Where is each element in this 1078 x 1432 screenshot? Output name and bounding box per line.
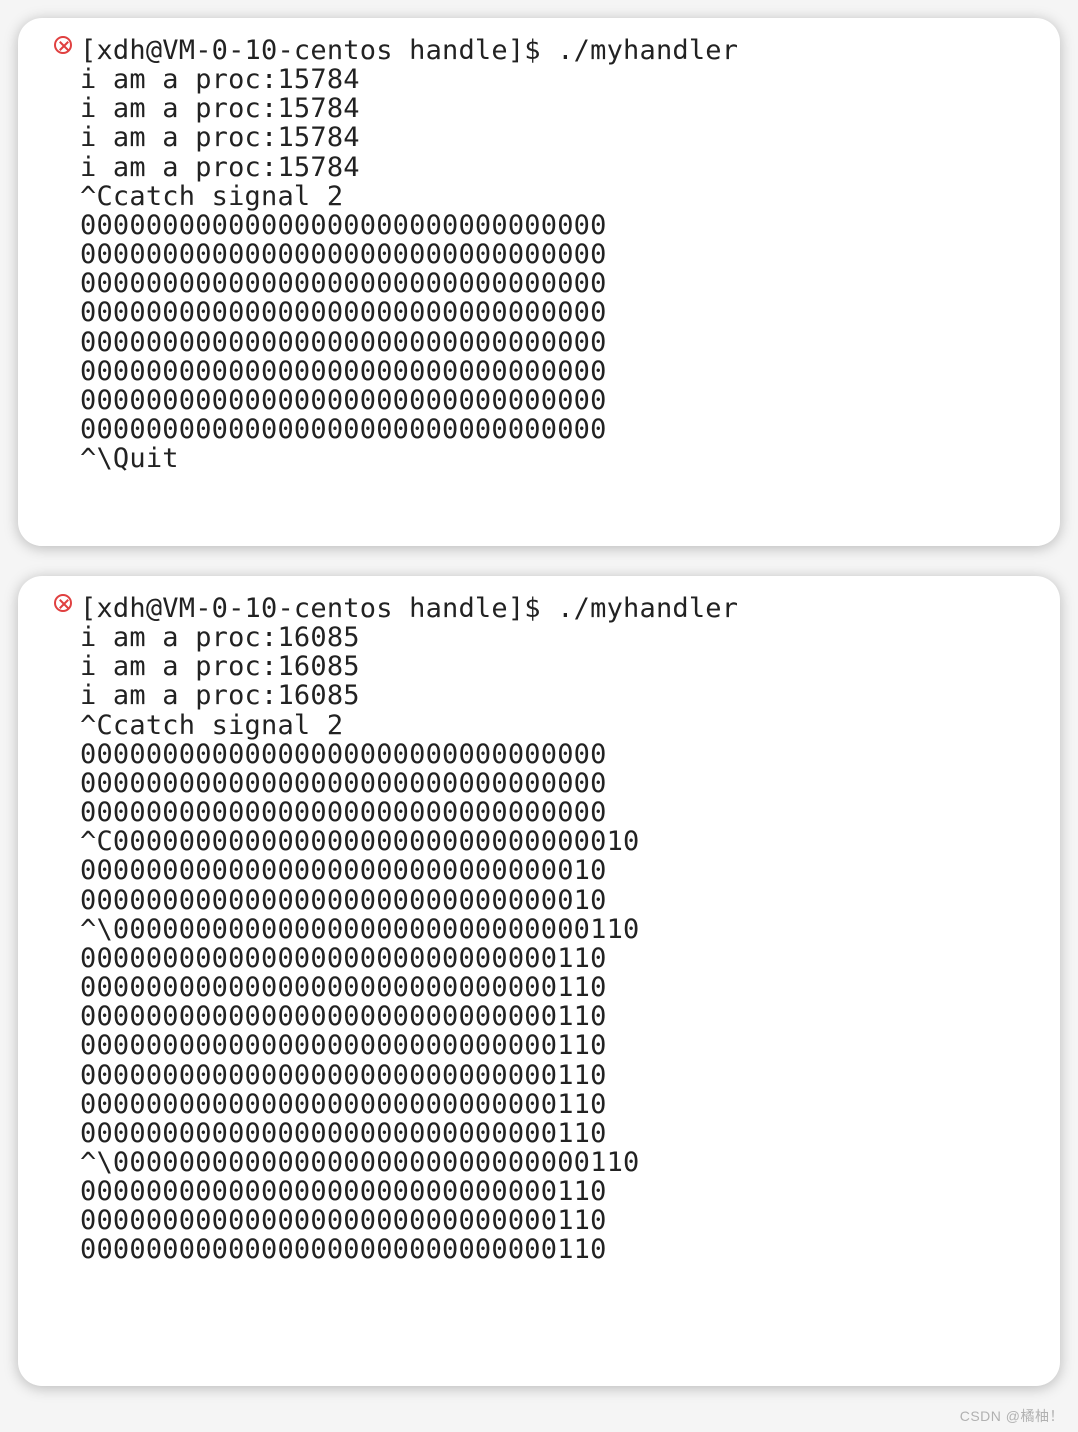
line-text: 00000000000000000000000000000110 — [80, 1031, 1032, 1060]
terminal-line: 00000000000000000000000000000110 — [46, 973, 1032, 1002]
line-text: 00000000000000000000000000000000 — [80, 386, 1032, 415]
line-text: 00000000000000000000000000000110 — [80, 1002, 1032, 1031]
line-text: 00000000000000000000000000000110 — [80, 1090, 1032, 1119]
terminal-lines-2: [xdh@VM-0-10-centos handle]$ ./myhandler… — [46, 594, 1032, 1265]
terminal-line: 00000000000000000000000000000110 — [46, 1090, 1032, 1119]
line-text: 00000000000000000000000000000000 — [80, 769, 1032, 798]
terminal-line: 00000000000000000000000000000000 — [46, 415, 1032, 444]
line-text: ^C00000000000000000000000000000010 — [80, 827, 1032, 856]
line-text: 00000000000000000000000000000000 — [80, 357, 1032, 386]
line-text: 00000000000000000000000000000000 — [80, 298, 1032, 327]
line-text: 00000000000000000000000000000000 — [80, 240, 1032, 269]
terminal-line: 00000000000000000000000000000000 — [46, 298, 1032, 327]
terminal-line: 00000000000000000000000000000000 — [46, 357, 1032, 386]
terminal-line: 00000000000000000000000000000110 — [46, 1206, 1032, 1235]
terminal-panel-1: [xdh@VM-0-10-centos handle]$ ./myhandler… — [18, 18, 1060, 546]
line-text: i am a proc:15784 — [80, 123, 1032, 152]
terminal-line: i am a proc:16085 — [46, 681, 1032, 710]
line-text: 00000000000000000000000000000000 — [80, 798, 1032, 827]
line-text: i am a proc:16085 — [80, 681, 1032, 710]
terminal-line: 00000000000000000000000000000110 — [46, 1061, 1032, 1090]
line-text: 00000000000000000000000000000110 — [80, 1206, 1032, 1235]
line-text: ^\Quit — [80, 444, 1032, 473]
line-text: 00000000000000000000000000000110 — [80, 944, 1032, 973]
watermark: CSDN @橘柚！ — [960, 1406, 1064, 1426]
terminal-line: 00000000000000000000000000000110 — [46, 1031, 1032, 1060]
terminal-line: 00000000000000000000000000000110 — [46, 1177, 1032, 1206]
gutter — [46, 36, 80, 54]
line-text: i am a proc:15784 — [80, 153, 1032, 182]
terminal-line: i am a proc:15784 — [46, 153, 1032, 182]
terminal-line: 00000000000000000000000000000110 — [46, 1002, 1032, 1031]
terminal-line: 00000000000000000000000000000000 — [46, 211, 1032, 240]
line-text: ^\00000000000000000000000000000110 — [80, 915, 1032, 944]
line-text: 00000000000000000000000000000000 — [80, 740, 1032, 769]
line-text: 00000000000000000000000000000110 — [80, 1177, 1032, 1206]
line-text: 00000000000000000000000000000000 — [80, 415, 1032, 444]
terminal-line: ^C00000000000000000000000000000010 — [46, 827, 1032, 856]
terminal-panel-2: [xdh@VM-0-10-centos handle]$ ./myhandler… — [18, 576, 1060, 1386]
error-icon — [54, 36, 72, 54]
error-icon — [54, 594, 72, 612]
line-text: 00000000000000000000000000000110 — [80, 973, 1032, 1002]
terminal-line: 00000000000000000000000000000000 — [46, 328, 1032, 357]
line-text: 00000000000000000000000000000110 — [80, 1061, 1032, 1090]
gutter — [46, 594, 80, 612]
line-text: ^\00000000000000000000000000000110 — [80, 1148, 1032, 1177]
line-text: [xdh@VM-0-10-centos handle]$ ./myhandler — [80, 594, 1032, 623]
terminal-line: ^Ccatch signal 2 — [46, 711, 1032, 740]
line-text: i am a proc:15784 — [80, 94, 1032, 123]
line-text: i am a proc:16085 — [80, 652, 1032, 681]
terminal-line: [xdh@VM-0-10-centos handle]$ ./myhandler — [46, 594, 1032, 623]
terminal-line: ^\00000000000000000000000000000110 — [46, 915, 1032, 944]
terminal-line: ^Ccatch signal 2 — [46, 182, 1032, 211]
terminal-line: 00000000000000000000000000000000 — [46, 240, 1032, 269]
terminal-line: i am a proc:16085 — [46, 623, 1032, 652]
terminal-line: 00000000000000000000000000000000 — [46, 740, 1032, 769]
terminal-line: ^\00000000000000000000000000000110 — [46, 1148, 1032, 1177]
terminal-line: 00000000000000000000000000000110 — [46, 1235, 1032, 1264]
terminal-line: i am a proc:15784 — [46, 65, 1032, 94]
line-text: 00000000000000000000000000000000 — [80, 269, 1032, 298]
line-text: i am a proc:15784 — [80, 65, 1032, 94]
line-text: 00000000000000000000000000000010 — [80, 856, 1032, 885]
terminal-line: 00000000000000000000000000000000 — [46, 798, 1032, 827]
line-text: 00000000000000000000000000000110 — [80, 1119, 1032, 1148]
terminal-line: [xdh@VM-0-10-centos handle]$ ./myhandler — [46, 36, 1032, 65]
terminal-line: 00000000000000000000000000000000 — [46, 269, 1032, 298]
line-text: 00000000000000000000000000000000 — [80, 211, 1032, 240]
line-text: i am a proc:16085 — [80, 623, 1032, 652]
terminal-line: i am a proc:15784 — [46, 94, 1032, 123]
line-text: ^Ccatch signal 2 — [80, 711, 1032, 740]
line-text: 00000000000000000000000000000010 — [80, 886, 1032, 915]
terminal-line: 00000000000000000000000000000110 — [46, 944, 1032, 973]
terminal-line: 00000000000000000000000000000000 — [46, 769, 1032, 798]
terminal-line: 00000000000000000000000000000010 — [46, 886, 1032, 915]
terminal-line: ^\Quit — [46, 444, 1032, 473]
line-text: [xdh@VM-0-10-centos handle]$ ./myhandler — [80, 36, 1032, 65]
fade-overlay — [18, 524, 1060, 546]
terminal-line: i am a proc:15784 — [46, 123, 1032, 152]
terminal-line: 00000000000000000000000000000000 — [46, 386, 1032, 415]
terminal-line: 00000000000000000000000000000010 — [46, 856, 1032, 885]
line-text: ^Ccatch signal 2 — [80, 182, 1032, 211]
line-text: 00000000000000000000000000000110 — [80, 1235, 1032, 1264]
terminal-line: 00000000000000000000000000000110 — [46, 1119, 1032, 1148]
line-text: 00000000000000000000000000000000 — [80, 328, 1032, 357]
terminal-lines-1: [xdh@VM-0-10-centos handle]$ ./myhandler… — [46, 36, 1032, 473]
terminal-line: i am a proc:16085 — [46, 652, 1032, 681]
